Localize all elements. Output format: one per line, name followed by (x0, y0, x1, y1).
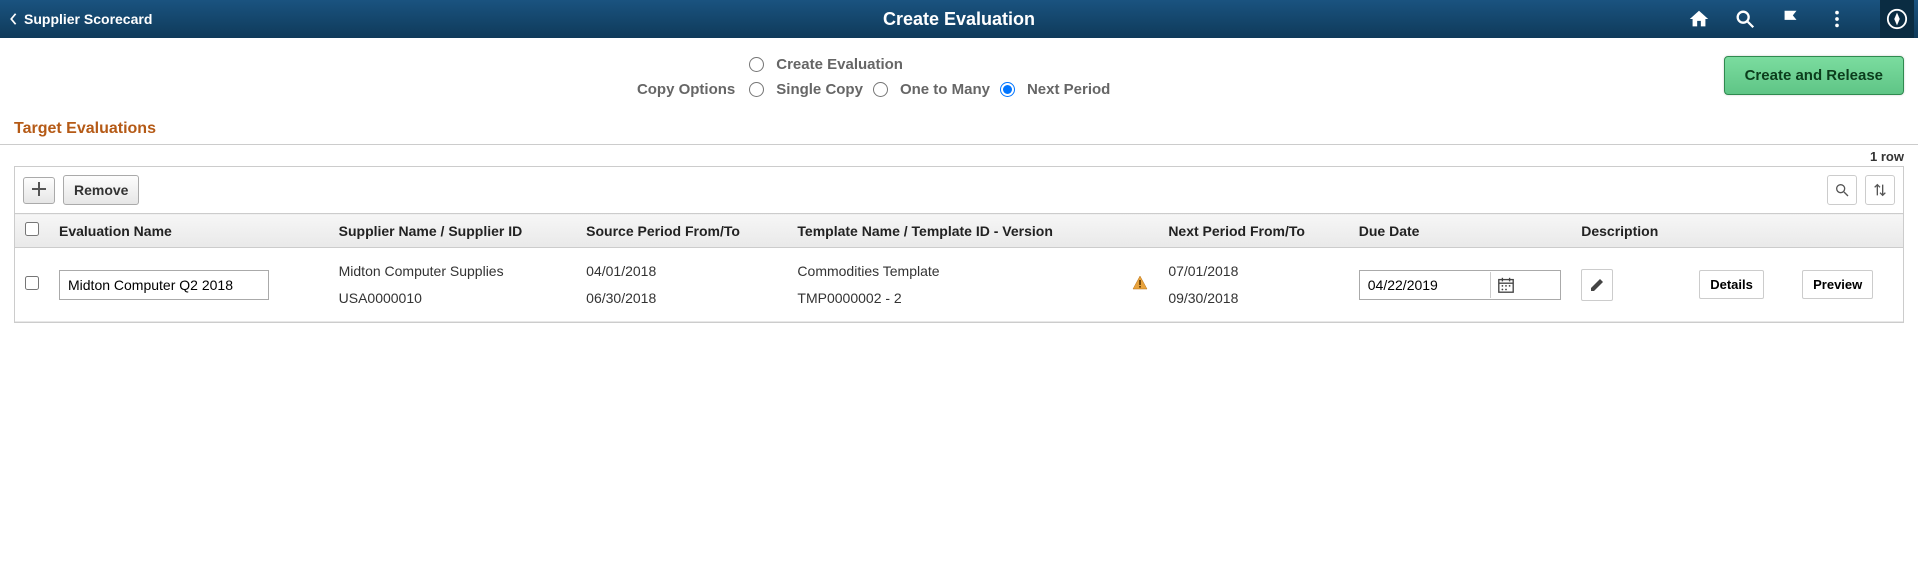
table-row: Midton Computer Supplies USA0000010 04/0… (15, 248, 1903, 322)
chevron-left-icon (8, 12, 18, 26)
grid-search-button[interactable] (1827, 175, 1857, 205)
flag-icon[interactable] (1780, 8, 1802, 30)
plus-icon (32, 182, 46, 196)
back-link-label: Supplier Scorecard (24, 11, 152, 27)
next-period-label: Next Period (1027, 81, 1110, 98)
details-button[interactable]: Details (1699, 270, 1764, 299)
search-icon[interactable] (1734, 8, 1756, 30)
col-eval-name[interactable]: Evaluation Name (49, 214, 329, 248)
row-count: 1 row (0, 145, 1918, 166)
one-to-many-label: One to Many (900, 81, 990, 98)
col-template[interactable]: Template Name / Template ID - Version (787, 214, 1122, 248)
col-description[interactable]: Description (1571, 214, 1689, 248)
header-icons (1688, 6, 1910, 32)
col-due-date[interactable]: Due Date (1349, 214, 1571, 248)
col-next-period[interactable]: Next Period From/To (1158, 214, 1348, 248)
source-period-to: 06/30/2018 (586, 285, 777, 312)
row-checkbox[interactable] (25, 276, 39, 290)
due-date-input[interactable] (1360, 271, 1490, 299)
grid-toolbar: Remove (15, 167, 1903, 213)
next-period-radio[interactable] (1000, 82, 1015, 97)
options-area: Create Evaluation Copy Options Single Co… (0, 38, 1918, 116)
create-evaluation-label: Create Evaluation (776, 56, 903, 73)
create-evaluation-row: Create Evaluation (627, 56, 1110, 73)
warning-icon[interactable] (1132, 278, 1148, 294)
next-period-from: 07/01/2018 (1168, 258, 1338, 285)
add-row-button[interactable] (23, 177, 55, 204)
home-icon[interactable] (1688, 8, 1710, 30)
copy-options-row: Copy Options Single Copy One to Many Nex… (627, 81, 1110, 98)
pencil-icon (1589, 277, 1605, 293)
evaluation-name-input[interactable] (59, 270, 269, 300)
create-and-release-button[interactable]: Create and Release (1724, 56, 1904, 95)
due-date-field (1359, 270, 1561, 300)
next-period-to: 09/30/2018 (1168, 285, 1338, 312)
grid: Remove Evaluation Name Supplier Name / S… (14, 166, 1904, 323)
col-source-period[interactable]: Source Period From/To (576, 214, 787, 248)
source-period-from: 04/01/2018 (586, 258, 777, 285)
section-title: Target Evaluations (0, 116, 1918, 145)
sort-icon (1872, 182, 1888, 198)
preview-button[interactable]: Preview (1802, 270, 1873, 299)
search-icon (1834, 182, 1850, 198)
template-id-version: TMP0000002 - 2 (797, 285, 1112, 312)
nav-compass-icon[interactable] (1880, 0, 1914, 38)
page-title: Create Evaluation (883, 9, 1035, 30)
select-all-checkbox[interactable] (25, 222, 39, 236)
app-header: Supplier Scorecard Create Evaluation (0, 0, 1918, 38)
edit-description-button[interactable] (1581, 269, 1613, 301)
one-to-many-radio[interactable] (873, 82, 888, 97)
single-copy-radio[interactable] (749, 82, 764, 97)
radio-group: Create Evaluation Copy Options Single Co… (627, 56, 1110, 106)
single-copy-label: Single Copy (776, 81, 863, 98)
calendar-icon[interactable] (1490, 272, 1521, 298)
create-evaluation-radio[interactable] (749, 57, 764, 72)
data-grid: Evaluation Name Supplier Name / Supplier… (15, 213, 1903, 322)
copy-options-label: Copy Options (627, 81, 735, 98)
col-supplier[interactable]: Supplier Name / Supplier ID (329, 214, 577, 248)
remove-button[interactable]: Remove (63, 175, 139, 205)
back-link[interactable]: Supplier Scorecard (8, 11, 152, 27)
grid-sort-button[interactable] (1865, 175, 1895, 205)
supplier-id: USA0000010 (339, 285, 567, 312)
template-name: Commodities Template (797, 258, 1112, 285)
more-icon[interactable] (1826, 8, 1848, 30)
supplier-name: Midton Computer Supplies (339, 258, 567, 285)
